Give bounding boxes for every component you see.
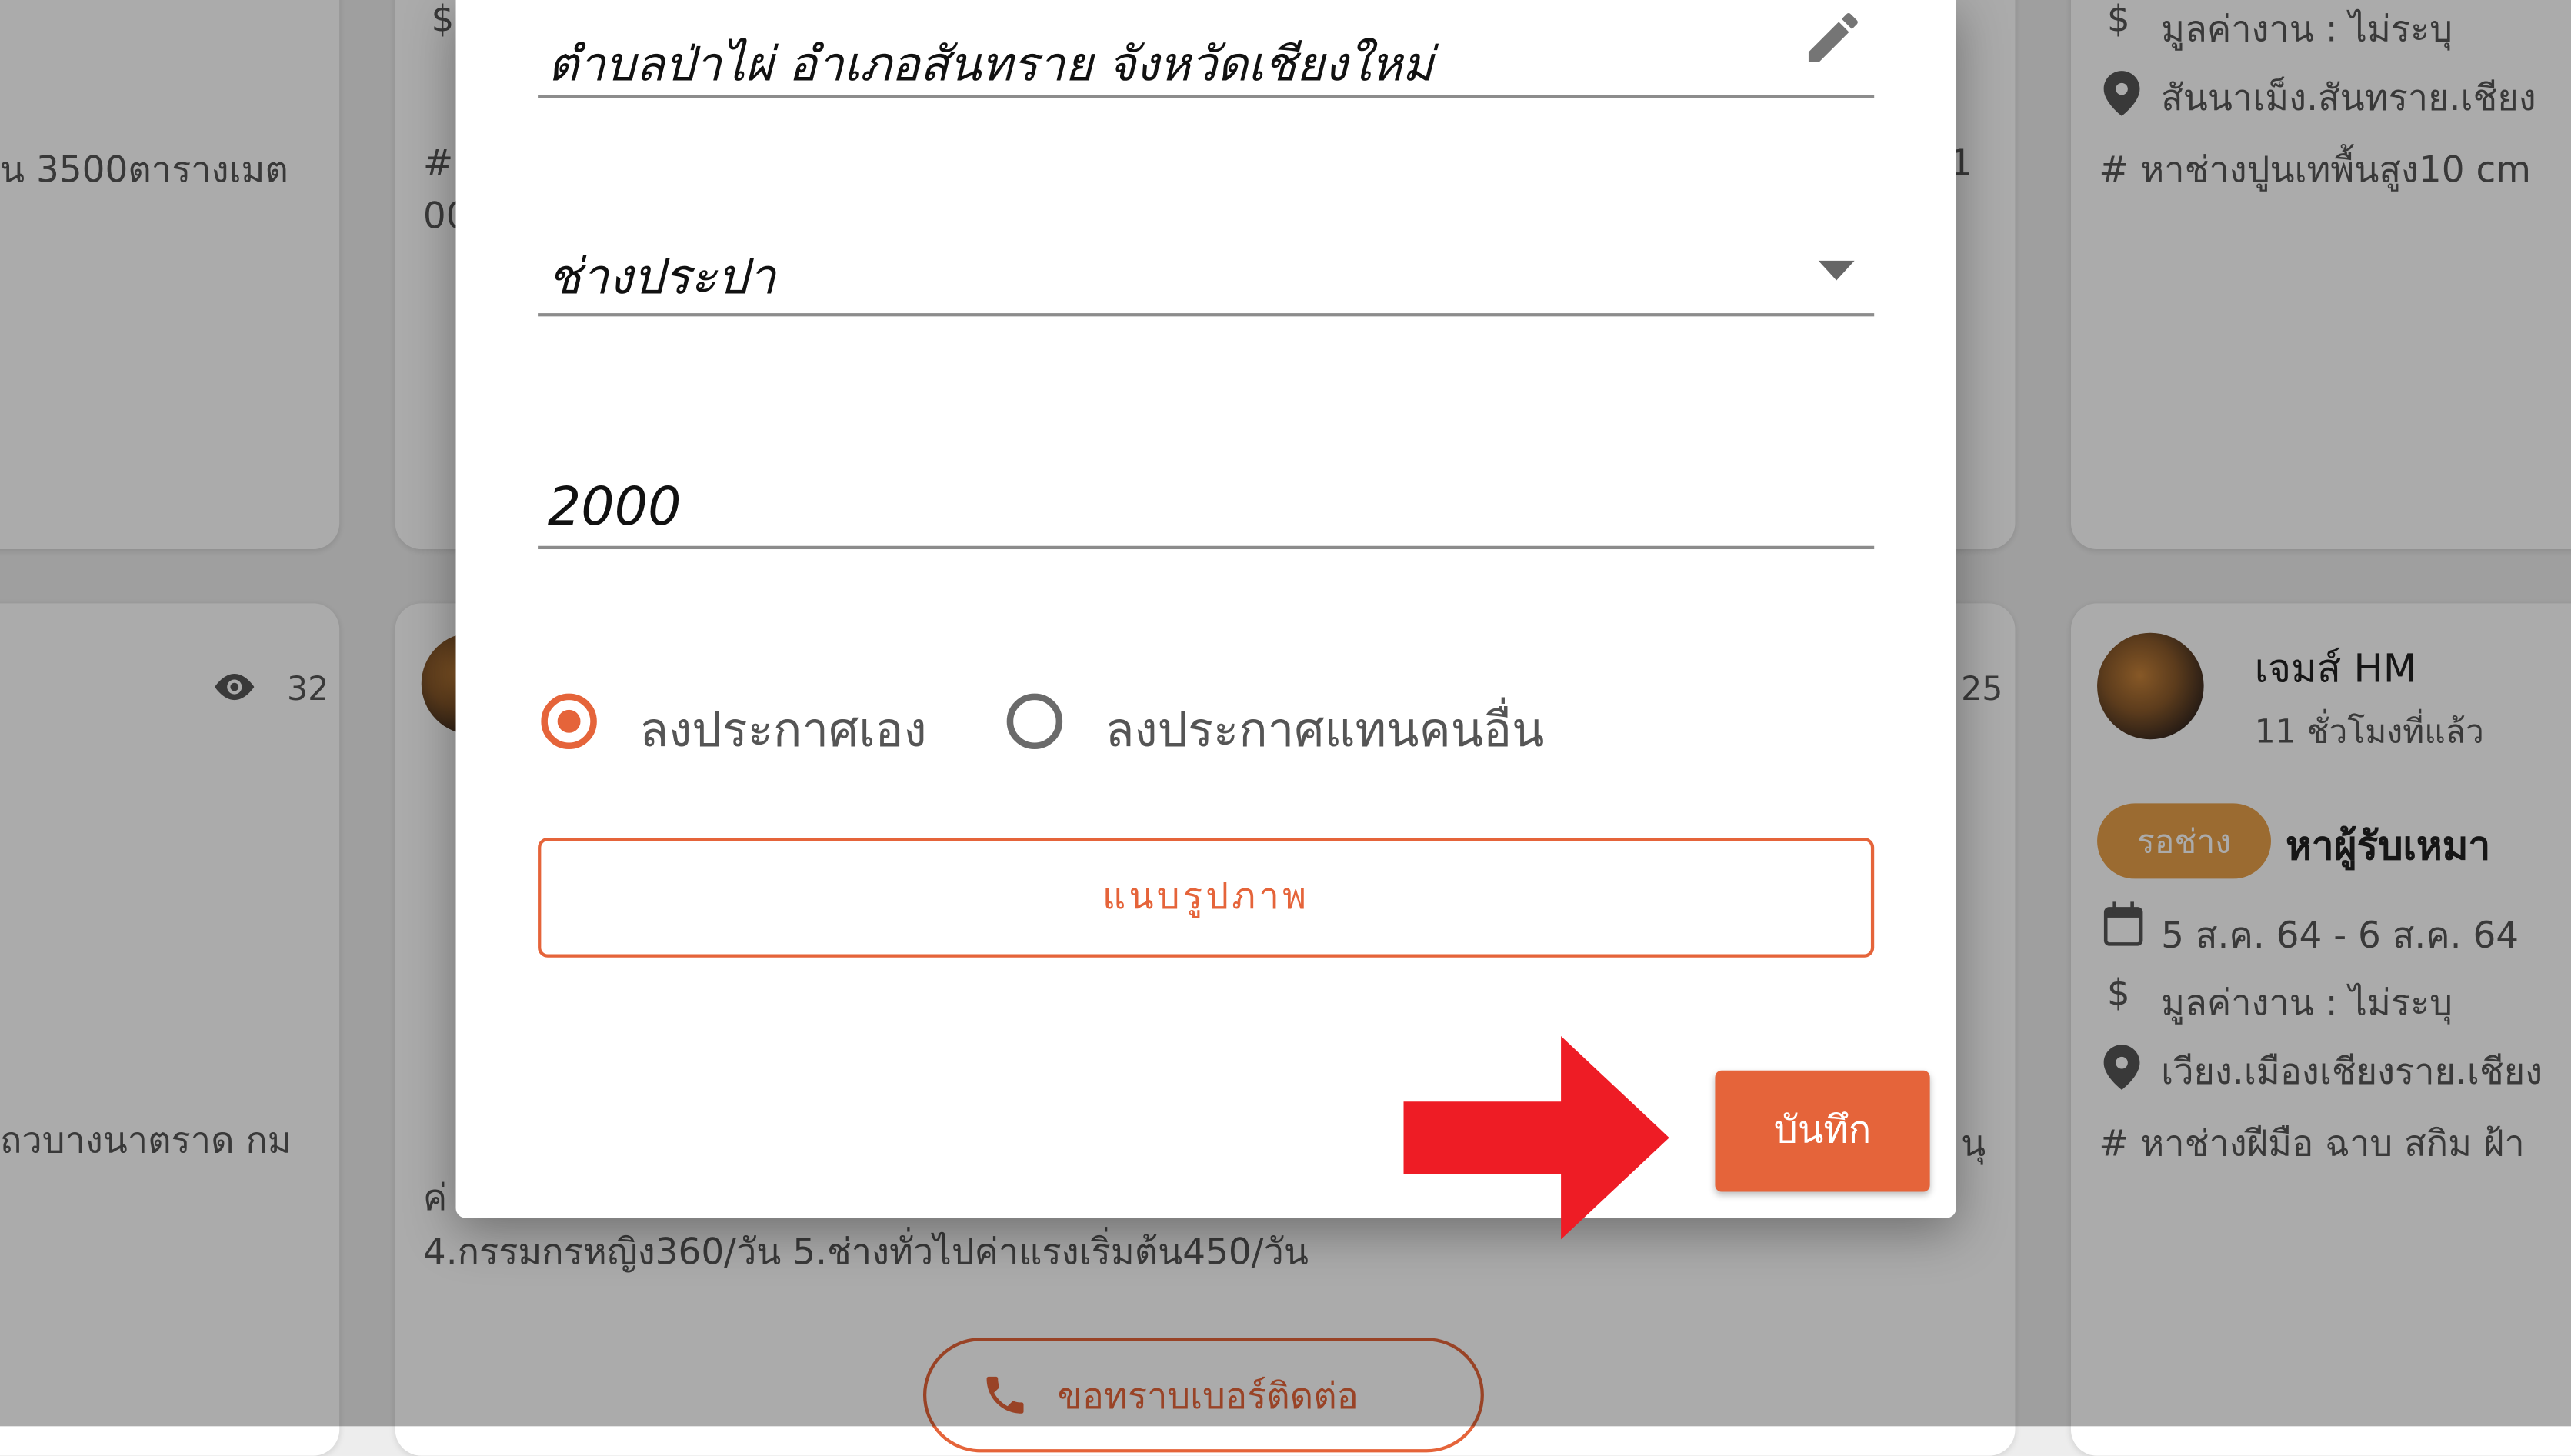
job-type-value: ช่างประปา [547,248,776,307]
save-button[interactable]: บันทึก [1715,1070,1930,1192]
radio-post-self[interactable]: ลงประกาศเอง [541,688,951,761]
price-value: 2000 [547,475,682,538]
red-arrow-annotation [1403,1036,1669,1240]
radio-post-for-other[interactable]: ลงประกาศแทนคนอื่น [1006,688,1597,761]
address-value: ตำบลป่าไผ่ อำเภอสันทราย จังหวัดเชียงใหม่ [547,35,1434,92]
pencil-edit-icon[interactable] [1800,5,1866,70]
address-field[interactable]: ตำบลป่าไผ่ อำเภอสันทราย จังหวัดเชียงใหม่ [538,0,1875,98]
radio-label: ลงประกาศแทนคนอื่น [1105,701,1545,758]
screen: น 3500ตารางเมต 32 ถวบางนาตราด กม $ # 00 … [0,0,2571,1456]
post-job-dialog: ตำบลป่าไผ่ อำเภอสันทราย จังหวัดเชียงใหม่… [455,0,1956,1218]
price-field[interactable]: 2000 [538,442,1875,550]
dropdown-arrow-icon [1818,260,1855,281]
attach-image-button[interactable]: แนบรูปภาพ [538,838,1875,958]
radio-selected-icon [541,693,597,750]
job-type-select[interactable]: ช่างประปา [538,213,1875,317]
radio-label: ลงประกาศเอง [639,701,927,758]
radio-unselected-icon [1006,693,1063,750]
